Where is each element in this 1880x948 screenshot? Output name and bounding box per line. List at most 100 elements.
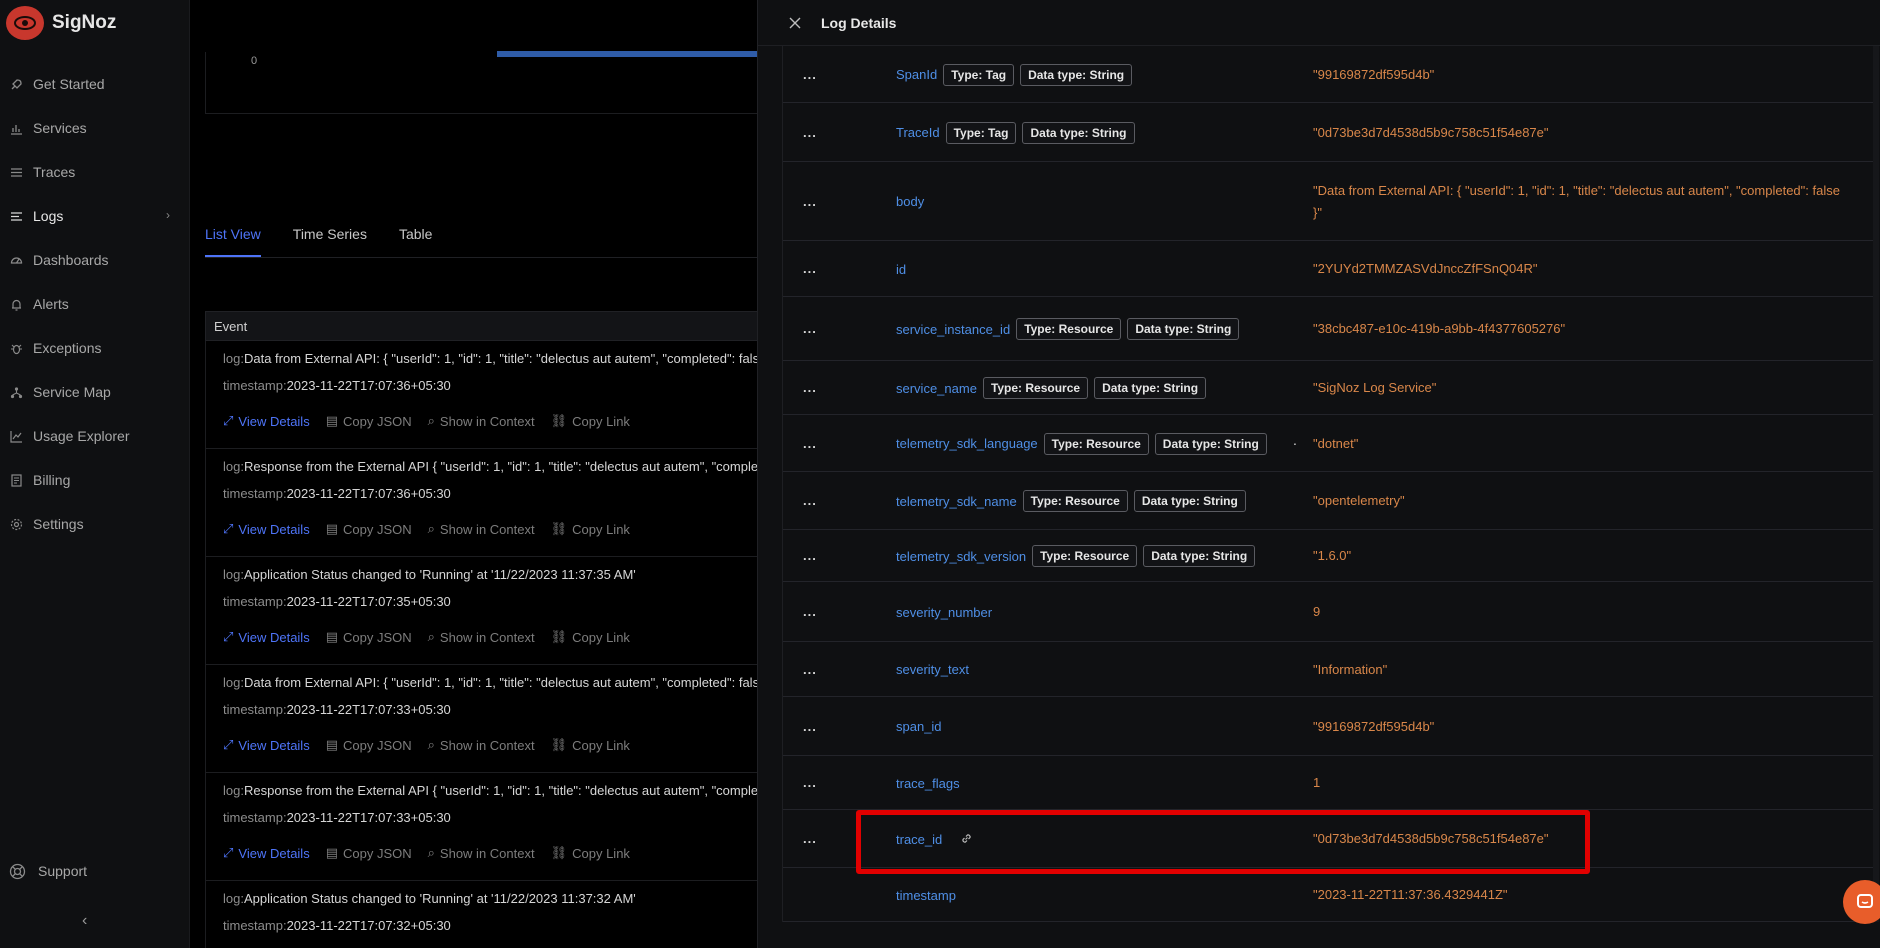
field-name[interactable]: body [896,194,924,209]
show-in-context-button[interactable]: ⌕ Show in Context [428,845,535,861]
field-name[interactable]: service_name [896,381,977,396]
row-actions-menu[interactable]: ... [803,604,817,619]
sidebar-item-usage-explorer[interactable]: Usage Explorer [0,414,190,458]
row-actions-menu[interactable]: ... [803,493,817,508]
view-details-button[interactable]: ⤢ View Details [223,737,310,753]
field-name[interactable]: telemetry_sdk_language [896,436,1038,451]
event-log-line: log:Response from the External API { "us… [223,459,757,474]
sidebar-item-traces[interactable]: Traces [0,150,190,194]
field-name[interactable]: trace_flags [896,776,960,791]
close-icon[interactable] [785,13,805,33]
row-actions-menu[interactable]: ... [803,548,817,563]
field-name[interactable]: id [896,262,906,277]
view-details-button[interactable]: ⤢ View Details [223,413,310,429]
view-details-button[interactable]: ⤢ View Details [223,845,310,861]
event-actions: ⤢ View Details ▤ Copy JSON ⌕ Show in Context ⛓… [223,845,630,861]
show-in-context-button[interactable]: ⌕ Show in Context [428,737,535,753]
event-timestamp-key: timestamp: [223,594,287,609]
search-icon: ⌕ [427,629,435,644]
show-in-context-button-label: Show in Context [439,413,535,429]
event-log-text: Response from the External API { "userId… [243,459,757,474]
list-item[interactable]: log:Response from the External API { "us… [205,773,757,881]
sidebar-item-label: Services [33,120,87,136]
row-actions-menu[interactable]: ... [803,662,817,677]
list-item[interactable]: log:Application Status changed to 'Runni… [205,881,757,948]
show-in-context-button[interactable]: ⌕ Show in Context [428,629,535,645]
list-item[interactable]: log:Data from External API: { "userId": … [205,665,757,773]
expand-icon: ⤢ [223,521,234,536]
sidebar-item-label: Traces [33,164,76,180]
list-item[interactable]: log:Application Status changed to 'Runni… [205,557,757,665]
field-name[interactable]: timestamp [896,888,956,903]
field-name[interactable]: telemetry_sdk_version [896,549,1026,564]
row-actions-menu[interactable]: ... [803,775,817,790]
row-actions-menu[interactable]: ... [803,380,817,395]
sidebar-item-billing[interactable]: Billing [0,458,190,502]
sidebar: SigNoz Get Started Services Traces Logs … [0,0,190,948]
sidebar-item-alerts[interactable]: Alerts [0,282,190,326]
copy-json-button[interactable]: ▤ Copy JSON [326,413,412,429]
logs-main: 0 List View Time Series Table Event log:… [190,0,757,948]
row-actions-menu[interactable]: ... [803,831,817,846]
brand[interactable]: SigNoz [6,6,116,40]
sidebar-item-exceptions[interactable]: Exceptions [0,326,190,370]
copy-link-button[interactable]: ⛓ Copy Link [551,629,630,645]
field-name[interactable]: telemetry_sdk_name [896,494,1017,509]
event-log-key: log: [223,783,244,798]
copy-json-button[interactable]: ▤ Copy JSON [326,737,412,753]
field-name[interactable]: severity_number [896,605,992,620]
event-log-key: log: [223,567,244,582]
sidebar-item-label: Exceptions [33,340,102,356]
field-name[interactable]: severity_text [896,662,969,677]
drawer-scrollbar[interactable] [1873,46,1879,922]
sidebar-item-logs[interactable]: Logs › [0,194,190,238]
show-in-context-button[interactable]: ⌕ Show in Context [428,521,535,537]
copy-link-button[interactable]: ⛓ Copy Link [551,413,630,429]
event-timestamp-value: 2023-11-22T17:07:36+05:30 [286,378,451,393]
row-actions-menu[interactable]: ... [803,67,817,82]
sidebar-item-get-started[interactable]: Get Started [0,62,190,106]
sidebar-item-settings[interactable]: Settings [0,502,190,546]
tab-list-view[interactable]: List View [205,226,261,257]
row-actions-menu[interactable]: ... [803,719,817,734]
show-in-context-button[interactable]: ⌕ Show in Context [428,413,535,429]
collapse-sidebar-icon[interactable]: ‹ [82,912,87,930]
copy-link-button[interactable]: ⛓ Copy Link [551,845,630,861]
sidebar-item-dashboards[interactable]: Dashboards [0,238,190,282]
tab-table[interactable]: Table [399,226,432,257]
show-in-context-button-label: Show in Context [439,629,535,645]
copy-icon: ▤ [325,845,338,860]
copy-link-button-label: Copy Link [572,521,630,537]
sidebar-item-services[interactable]: Services [0,106,190,150]
row-actions-menu[interactable]: ... [803,125,817,140]
row-actions-menu[interactable]: ... [803,321,817,336]
event-log-text: Response from the External API { "userId… [243,783,757,798]
copy-link-button[interactable]: ⛓ Copy Link [551,521,630,537]
view-details-button[interactable]: ⤢ View Details [223,521,310,537]
sidebar-item-service-map[interactable]: Service Map [0,370,190,414]
copy-json-button-label: Copy JSON [343,629,412,645]
list-item[interactable]: log:Data from External API: { "userId": … [205,341,757,449]
chat-support-button[interactable] [1843,880,1880,924]
copy-link-button[interactable]: ⛓ Copy Link [551,737,630,753]
row-key: span_id [896,715,942,739]
copy-json-button[interactable]: ▤ Copy JSON [326,845,412,861]
field-name[interactable]: TraceId [896,125,940,140]
field-name[interactable]: span_id [896,719,942,734]
tab-time-series[interactable]: Time Series [293,226,367,257]
row-actions-menu[interactable]: ... [803,261,817,276]
row-actions-menu[interactable]: ... [803,194,817,209]
list-item[interactable]: log:Response from the External API { "us… [205,449,757,557]
support-link[interactable]: Support [8,862,87,880]
view-details-button[interactable]: ⤢ View Details [223,629,310,645]
field-name[interactable]: service_instance_id [896,322,1010,337]
row-actions-menu[interactable]: ... [803,436,817,451]
field-name[interactable]: trace_id [896,832,942,847]
field-name[interactable]: SpanId [896,67,937,82]
link-icon[interactable] [960,832,974,846]
copy-json-button[interactable]: ▤ Copy JSON [326,629,412,645]
copy-icon: ▤ [325,629,338,644]
event-log-key: log: [223,459,244,474]
event-timestamp-key: timestamp: [223,378,287,393]
copy-json-button[interactable]: ▤ Copy JSON [326,521,412,537]
